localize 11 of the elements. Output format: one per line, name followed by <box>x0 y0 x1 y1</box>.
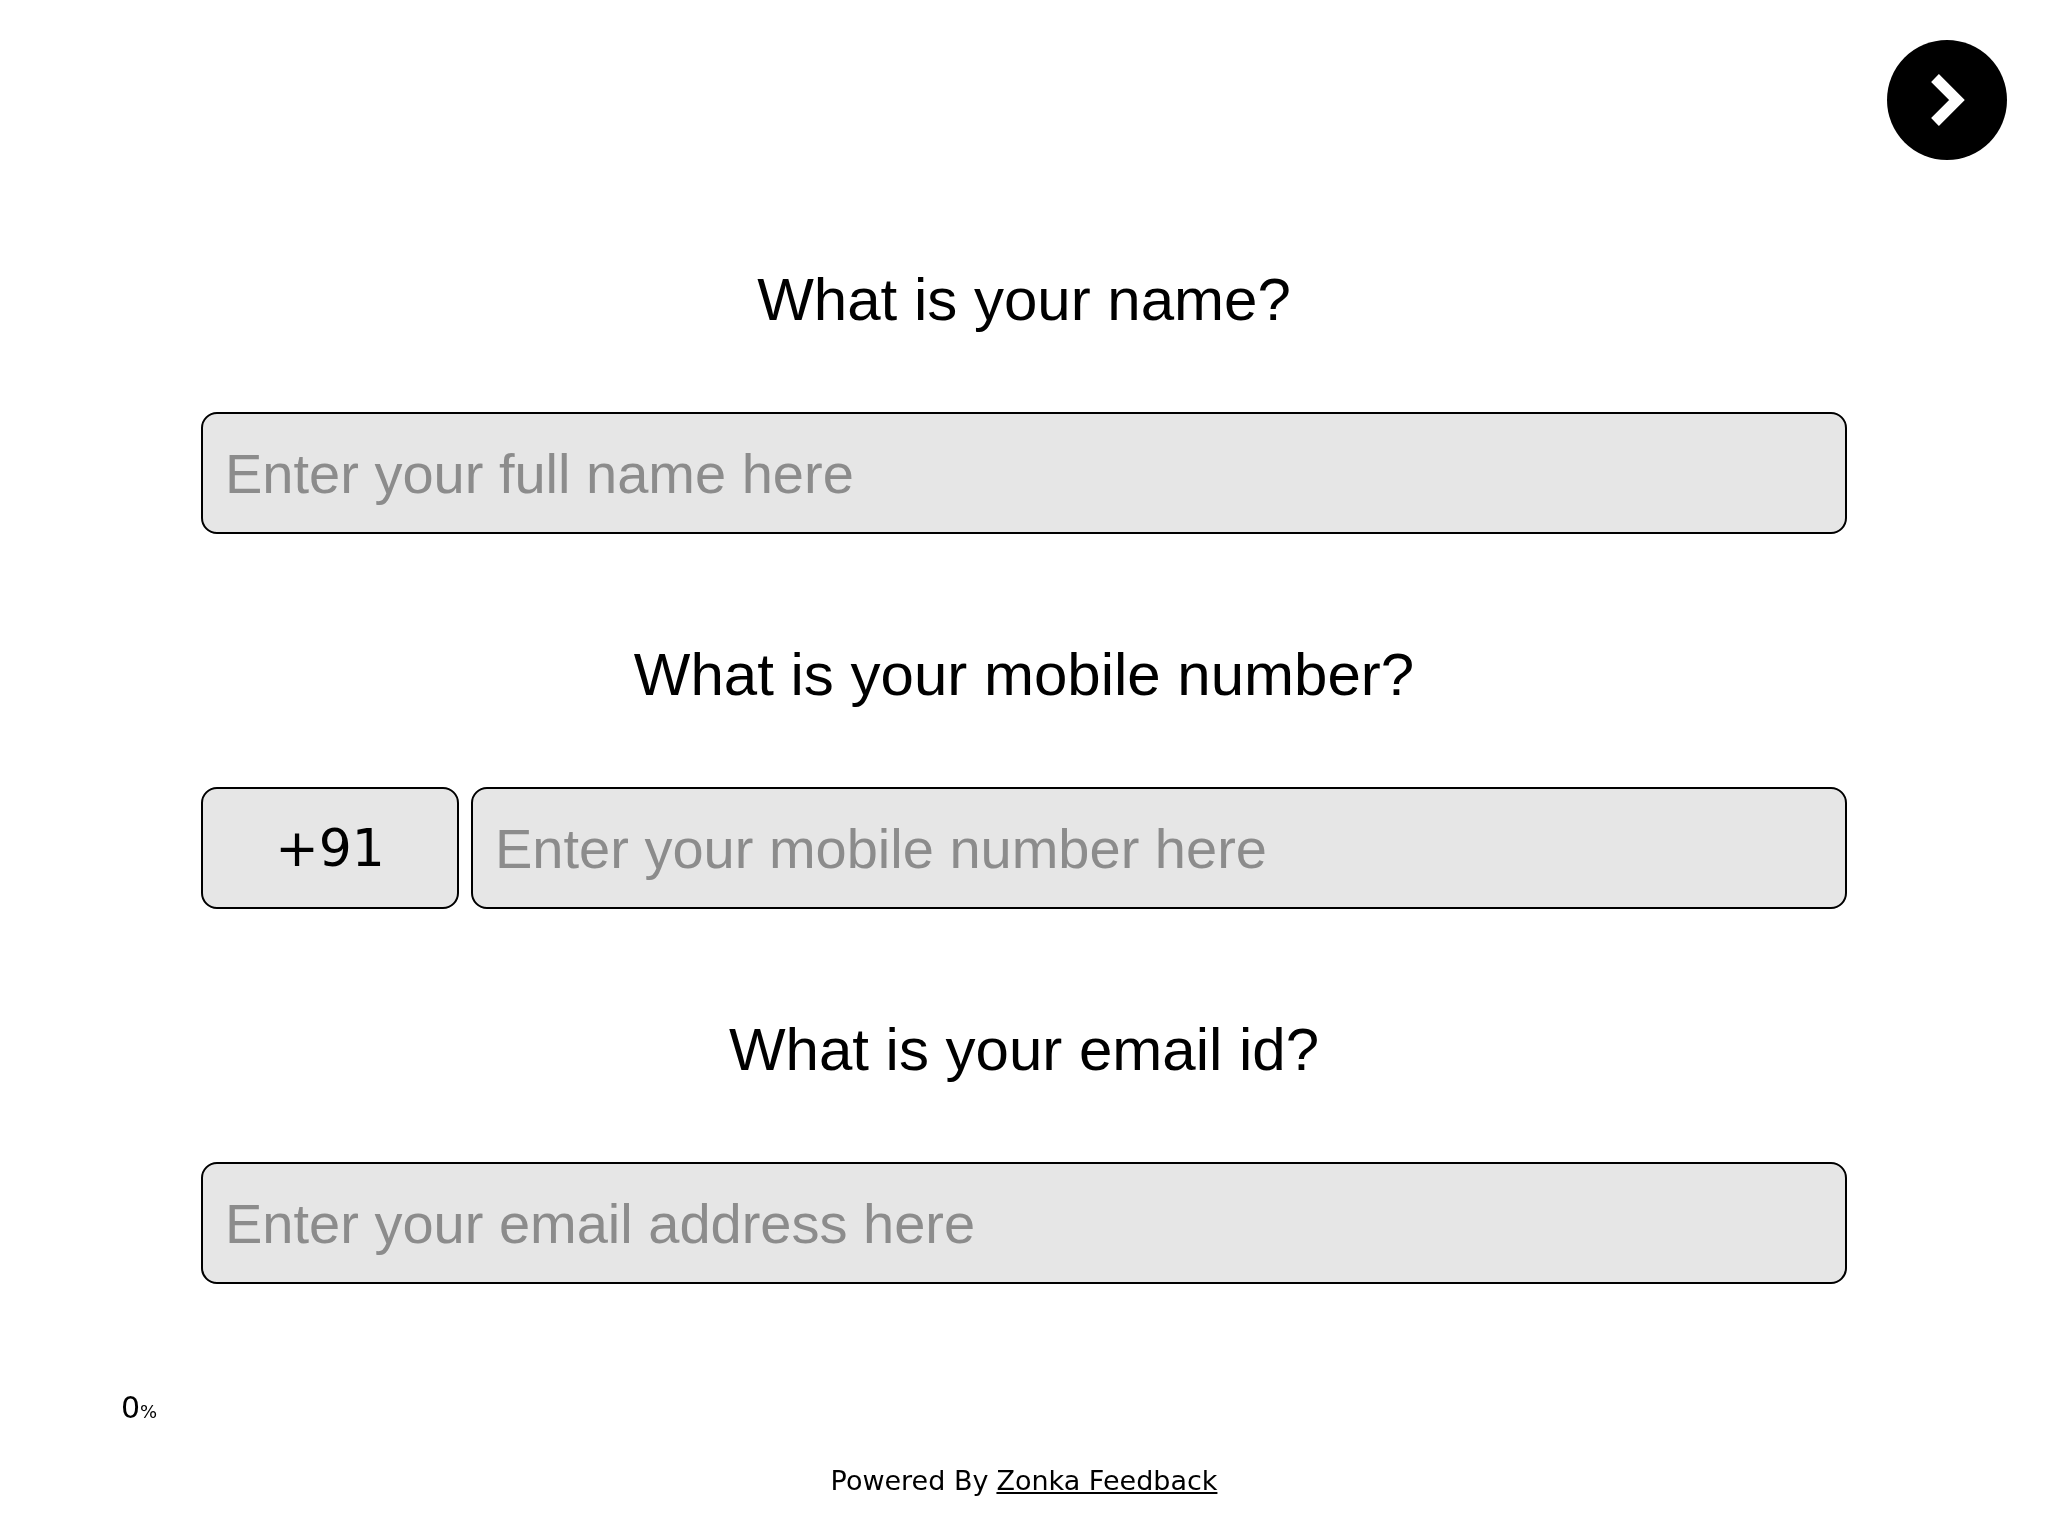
question-title: What is your email id? <box>728 1015 1320 1084</box>
progress-unit: % <box>140 1401 158 1422</box>
question-title: What is your mobile number? <box>633 640 1415 709</box>
footer-text: Powered By <box>830 1465 989 1496</box>
question-title: What is your name? <box>757 265 1291 334</box>
footer-link[interactable]: Zonka Feedback <box>996 1465 1218 1496</box>
progress-value: 0 <box>121 1390 141 1425</box>
input-field[interactable]: Enter your mobile number here <box>471 787 1847 909</box>
country-code-field[interactable]: +91 <box>201 787 459 909</box>
input-field[interactable]: Enter your email address here <box>201 1162 1847 1284</box>
input-field[interactable]: Enter your full name here <box>201 412 1847 534</box>
